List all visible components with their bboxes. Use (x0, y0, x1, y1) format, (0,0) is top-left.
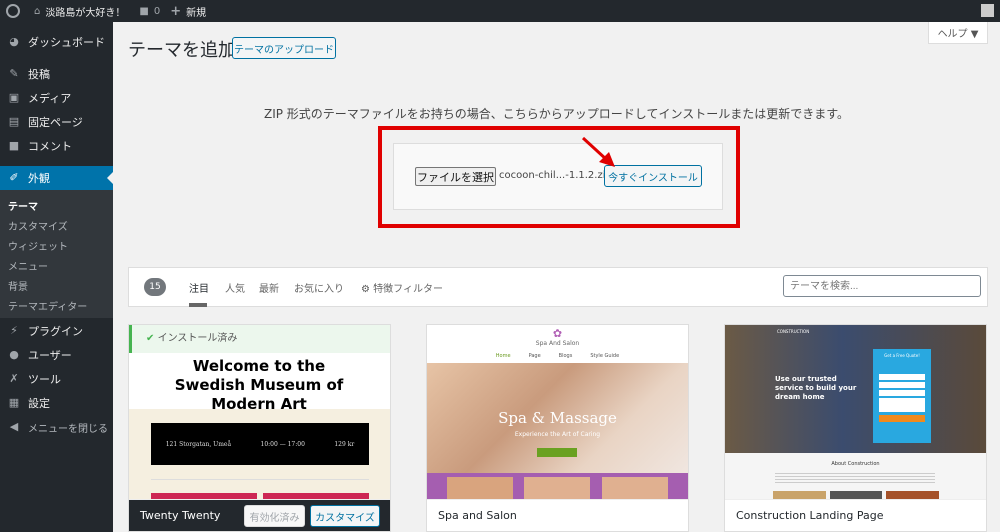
preview-headline: Use our trusted service to build your dr… (775, 375, 857, 401)
sidebar-item-label: 固定ページ (28, 116, 83, 129)
sidebar-item-label: 設定 (28, 397, 50, 410)
submenu-item-1[interactable]: カスタマイズ (8, 218, 68, 233)
gear-icon: ⚙ (361, 284, 370, 295)
upload-theme-button[interactable]: テーマのアップロード (232, 37, 336, 59)
plus-icon: + (170, 3, 182, 19)
avatar-icon[interactable] (981, 4, 994, 17)
tab-popular[interactable]: 人気 (225, 280, 245, 295)
sidebar-item-5[interactable]: ✐ 外観 (0, 166, 113, 190)
sidebar-item-9[interactable]: ▦ 設定 (0, 391, 113, 415)
sidebar-item-label: メニューを閉じる (28, 423, 108, 435)
preview-headline: Spa & Massage (498, 409, 617, 427)
preview-info-bar: 121 Storgatan, Umeå 10:00 — 17:00 129 kr (151, 423, 369, 465)
plugin-icon: ⚡ (10, 324, 18, 337)
sidebar-item-4[interactable]: ■ コメント (0, 134, 113, 158)
sidebar-item-label: コメント (28, 140, 72, 153)
sidebar-item-2[interactable]: ▣ メディア (0, 86, 113, 110)
theme-card-spa-and-salon[interactable]: ✿ Spa And Salon Home Page Blogs Style Guide… (426, 324, 689, 532)
red-arrow-annotation (581, 136, 615, 167)
activated-button: 有効化済み (244, 505, 305, 527)
sidebar-item-0[interactable]: ◕ ダッシュボード (0, 30, 113, 54)
preview-button (537, 448, 577, 457)
dashboard-icon: ◕ (9, 35, 19, 48)
feature-filter-button[interactable]: ⚙ 特徴フィルター (361, 280, 443, 295)
preview-text-lines (775, 473, 935, 485)
tab-favorites[interactable]: お気に入り (294, 280, 344, 295)
active-tab-indicator (189, 303, 207, 307)
preview-brand: CONSTRUCTION (777, 329, 810, 334)
admin-bar: ⌂ 淡路島が大好き！ ■ 0 + 新規 (0, 0, 1000, 22)
sidebar-item-3[interactable]: ▤ 固定ページ (0, 110, 113, 134)
gallery-image (602, 477, 669, 501)
choose-file-button[interactable]: ファイルを選択 (415, 167, 496, 186)
wordpress-icon[interactable] (6, 4, 20, 18)
submenu-item-0[interactable]: テーマ (8, 198, 38, 213)
preview-about-title: About Construction (831, 461, 880, 467)
theme-search-input[interactable] (783, 275, 981, 297)
theme-name: Spa and Salon (427, 499, 688, 531)
sidebar-item-6[interactable]: ⚡ プラグイン (0, 319, 113, 343)
tab-featured[interactable]: 注目 (189, 280, 209, 295)
wrench-icon: ✗ (9, 372, 19, 385)
brush-icon: ✐ (9, 171, 19, 184)
admin-sidebar: テーマカスタマイズ ウィジェット メニュー背景テーマエディター ◕ ダッシュボード ✎ 投… (0, 22, 113, 532)
site-link[interactable]: ⌂ 淡路島が大好き！ (34, 4, 125, 19)
preview-gallery (427, 473, 688, 501)
media-icon: ▣ (8, 91, 20, 104)
preview-subtitle: Experience the Art of Caring (514, 431, 601, 438)
pin-icon: ✎ (9, 67, 19, 80)
customize-button[interactable]: カスタマイズ (310, 505, 380, 527)
preview-quote-form: Get a Free Quote! (873, 349, 931, 443)
theme-count: 15 (144, 278, 166, 296)
sidebar-item-7[interactable]: ● ユーザー (0, 343, 113, 367)
submenu-item-3[interactable]: メニュー (8, 258, 48, 273)
sidebar-item-label: 外観 (28, 172, 50, 185)
new-content-link[interactable]: + 新規 (170, 4, 206, 19)
gallery-image (446, 477, 513, 501)
upload-description: ZIP 形式のテーマファイルをお持ちの場合、こちらからアップロードしてインストー… (263, 107, 849, 121)
comment-icon: ■ (139, 5, 149, 17)
sidebar-item-8[interactable]: ✗ ツール (0, 367, 113, 391)
page-icon: ▤ (8, 115, 20, 128)
help-tab[interactable]: ヘルプ ▼ (928, 22, 988, 44)
gallery-image (524, 477, 591, 501)
sidebar-item-label: ツール (28, 373, 61, 386)
comment-icon: ■ (8, 139, 20, 152)
sidebar-item-label: ユーザー (28, 349, 72, 362)
theme-card-twenty-twenty[interactable]: ✔ インストール済み Welcome to the Swedish Museum… (128, 324, 391, 532)
sidebar-item-label: メディア (28, 92, 72, 105)
home-icon: ⌂ (34, 5, 41, 17)
check-icon: ✔ (146, 333, 155, 344)
submenu-item-2[interactable]: ウィジェット (8, 238, 68, 253)
submenu-item-4[interactable]: 背景 (8, 278, 28, 293)
installed-notice: ✔ インストール済み (129, 325, 390, 353)
preview-title: Welcome to the Swedish Museum of Modern … (174, 357, 344, 413)
theme-name: Construction Landing Page (725, 499, 986, 531)
page-title: テーマを追加 (128, 40, 236, 61)
sidebar-item-label: プラグイン (28, 325, 83, 338)
tab-latest[interactable]: 最新 (259, 280, 279, 295)
theme-card-construction-landing-page[interactable]: CONSTRUCTION Use our trusted service to … (724, 324, 987, 532)
lotus-logo-icon: ✿ (552, 327, 563, 340)
appearance-submenu: テーマカスタマイズ ウィジェット メニュー背景テーマエディター (0, 190, 113, 318)
submenu-item-5[interactable]: テーマエディター (8, 298, 87, 313)
divider (151, 479, 369, 480)
sidebar-item-1[interactable]: ✎ 投稿 (0, 62, 113, 86)
user-icon: ● (9, 348, 19, 361)
collapse-icon: ◀ (9, 420, 19, 433)
sidebar-item-label: ダッシュボード (28, 36, 105, 49)
settings-icon: ▦ (8, 396, 20, 409)
sidebar-item-10[interactable]: ◀ メニューを閉じる (0, 415, 113, 439)
comments-link[interactable]: ■ 0 (139, 6, 160, 17)
sidebar-item-label: 投稿 (28, 68, 50, 81)
preview-nav: Home Page Blogs Style Guide (495, 353, 620, 359)
